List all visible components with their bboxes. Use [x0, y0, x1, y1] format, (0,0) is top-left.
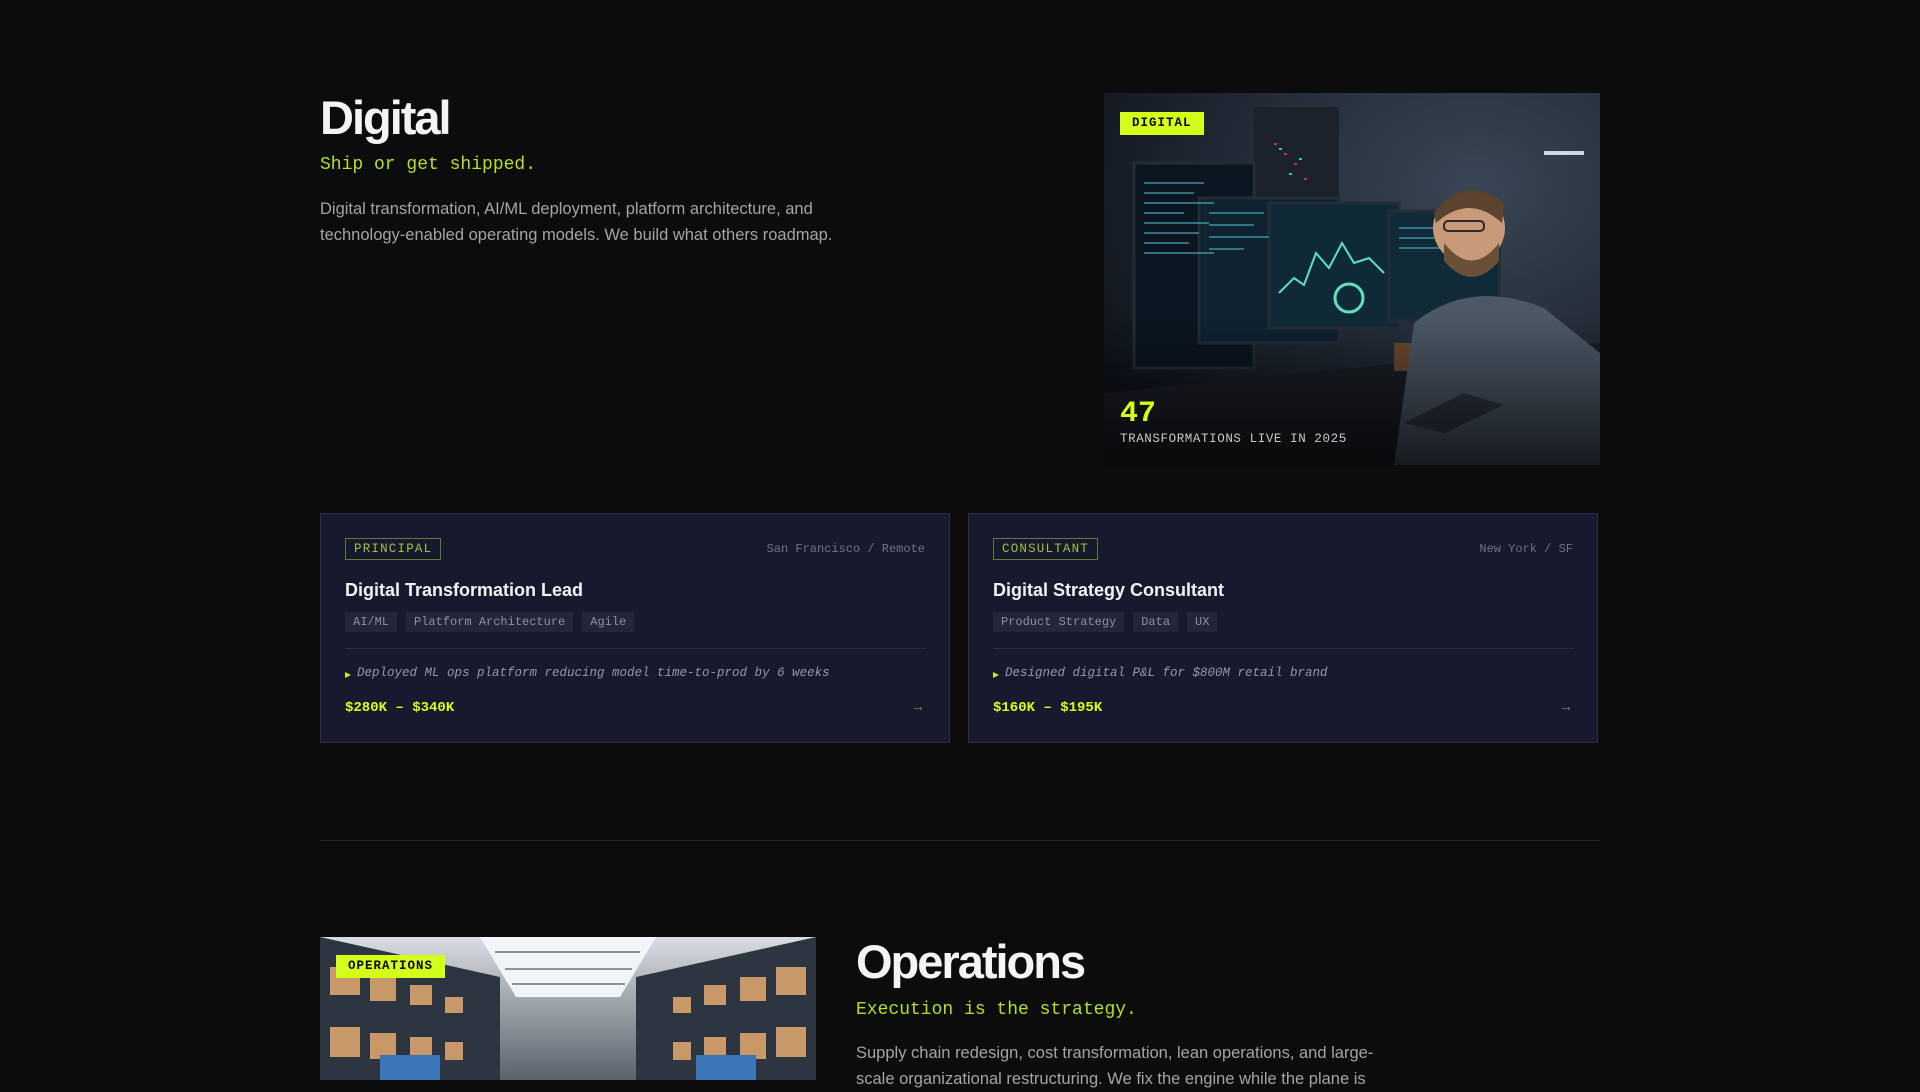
arrow-right-icon[interactable]: →	[911, 698, 925, 714]
job-location: New York / SF	[1479, 542, 1573, 556]
job-title: Digital Transformation Lead	[345, 580, 584, 600]
digital-tagline: Ship or get shipped.	[320, 155, 537, 175]
job-highlight-text: Deployed ML ops platform reducing model …	[357, 666, 830, 680]
job-skill-tags: AI/ML Platform Architecture Agile	[345, 612, 635, 632]
operations-tagline: Execution is the strategy.	[856, 1000, 1137, 1020]
transformations-stat-label: TRANSFORMATIONS LIVE IN 2025	[1120, 432, 1347, 446]
arrow-right-icon[interactable]: →	[1559, 698, 1573, 714]
job-skill-tags: Product Strategy Data UX	[993, 612, 1218, 632]
job-card-digital-transformation-lead[interactable]: PRINCIPAL San Francisco / Remote Digital…	[320, 513, 950, 743]
digital-category-badge: DIGITAL	[1120, 112, 1204, 135]
triangle-right-icon	[345, 671, 351, 678]
operations-category-badge: OPERATIONS	[336, 955, 446, 978]
job-location: San Francisco / Remote	[766, 542, 925, 556]
skill-tag: UX	[1187, 612, 1218, 632]
skill-tag: Data	[1133, 612, 1179, 632]
developer-at-monitors-illustration	[1104, 93, 1600, 465]
operations-hero-image: OPERATIONS	[320, 937, 816, 1080]
job-level-badge: CONSULTANT	[993, 538, 1099, 560]
job-title: Digital Strategy Consultant	[993, 580, 1225, 600]
job-highlight: Designed digital P&L for $800M retail br…	[993, 666, 1328, 680]
job-card-digital-strategy-consultant[interactable]: CONSULTANT New York / SF Digital Strateg…	[968, 513, 1598, 743]
job-level-badge: PRINCIPAL	[345, 538, 442, 560]
operations-section-title: Operations	[856, 935, 1086, 988]
digital-description: Digital transformation, AI/ML deployment…	[320, 200, 833, 244]
digital-hero-image: DIGITAL 47 TRANSFORMATIONS LIVE IN 2025	[1104, 93, 1600, 465]
section-divider	[320, 840, 1600, 841]
skill-tag: Platform Architecture	[406, 612, 574, 632]
card-divider	[993, 648, 1573, 649]
skill-tag: Product Strategy	[993, 612, 1125, 632]
skill-tag: Agile	[582, 612, 635, 632]
job-highlight-text: Designed digital P&L for $800M retail br…	[1005, 666, 1328, 680]
transformations-stat-value: 47	[1120, 397, 1157, 431]
job-salary-range: $280K – $340K	[345, 700, 455, 716]
operations-description: Supply chain redesign, cost transformati…	[856, 1044, 1374, 1088]
job-highlight: Deployed ML ops platform reducing model …	[345, 666, 830, 680]
card-divider	[345, 648, 925, 649]
triangle-right-icon	[993, 671, 999, 678]
job-salary-range: $160K – $195K	[993, 700, 1103, 716]
digital-section-title: Digital	[320, 91, 452, 144]
skill-tag: AI/ML	[345, 612, 398, 632]
